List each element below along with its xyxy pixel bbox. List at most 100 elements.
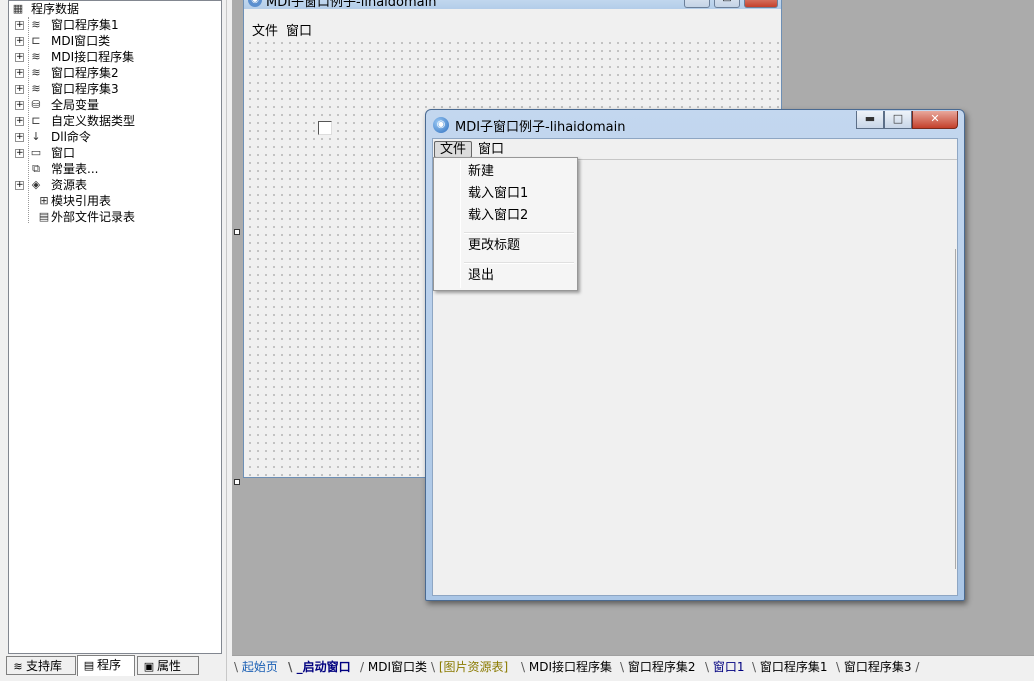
assembly-icon: ≋ — [31, 66, 41, 79]
tab-window1[interactable]: \ 窗口1 — [705, 657, 745, 677]
class-icon: ⊏ — [31, 114, 41, 127]
expand-icon[interactable]: + — [15, 85, 24, 94]
maximize-button[interactable]: □ — [714, 0, 740, 8]
program-tree[interactable]: ▦ 程序数据 + ≋ 窗口程序集1 + ⊏ MDI窗口类 + ≋ MDI接口程序… — [8, 0, 222, 654]
minimize-button[interactable]: ▬ — [684, 0, 710, 8]
mdi-titlebar[interactable]: ◉ MDI子窗口例子-lihaidomain ▬ □ ✕ — [426, 110, 964, 138]
menu-gutter — [460, 160, 461, 288]
menu-window[interactable]: 窗口 — [472, 141, 510, 158]
mdi-scroll-edge — [955, 249, 956, 569]
tab-label: 属性 — [157, 659, 182, 673]
resize-handle[interactable] — [234, 479, 240, 485]
tree-item-window[interactable]: + ▭ 窗口 — [9, 145, 221, 161]
expand-icon[interactable]: + — [15, 101, 24, 110]
tree-item-external-files[interactable]: ▤ 外部文件记录表 — [9, 209, 221, 225]
tab-label: MDI窗口类 — [367, 660, 427, 674]
tree-root-label: 程序数据 — [31, 2, 80, 16]
tab-properties[interactable]: ▣ 属性 — [137, 656, 199, 675]
close-button[interactable]: ✕ — [912, 111, 958, 129]
tree-item-label: 外部文件记录表 — [51, 210, 136, 224]
dll-icon: ↓ — [31, 130, 41, 143]
tab-image-resources[interactable]: \ [图片资源表] — [431, 657, 508, 677]
assembly-icon: ≋ — [31, 50, 41, 63]
tree-item-label: 窗口程序集2 — [51, 66, 119, 80]
tab-label: MDI接口程序集 — [528, 660, 612, 674]
expand-icon[interactable]: + — [15, 53, 24, 62]
tab-support-library[interactable]: ≋ 支持库 — [6, 656, 76, 675]
module-icon: ⊞ — [39, 194, 49, 207]
expand-icon[interactable]: + — [15, 69, 24, 78]
tree-item-constants[interactable]: ⧉ 常量表... — [9, 161, 221, 177]
maximize-button[interactable]: □ — [884, 111, 912, 129]
tree-root[interactable]: ▦ 程序数据 — [9, 1, 221, 17]
close-button[interactable]: ✕ — [744, 0, 778, 8]
tab-label: 支持库 — [26, 659, 63, 673]
tab-mdi-interface[interactable]: \ MDI接口程序集 — [521, 657, 612, 677]
tab-label: 窗口1 — [712, 660, 745, 674]
design-form-menubar: 文件 窗口 — [244, 18, 781, 39]
left-panel-tabs: ≋ 支持库 ▤ 程序 ▣ 属性 — [6, 655, 222, 677]
expand-icon[interactable]: + — [15, 21, 24, 30]
tab-label: _启动窗口 — [296, 660, 351, 674]
resize-handle[interactable] — [234, 229, 240, 235]
menu-separator — [464, 262, 574, 264]
tree-item-assembly1[interactable]: + ≋ 窗口程序集1 — [9, 17, 221, 33]
expand-icon[interactable]: + — [15, 133, 24, 142]
tree-item-mdi-class[interactable]: + ⊏ MDI窗口类 — [9, 33, 221, 49]
expand-icon[interactable]: + — [15, 149, 24, 158]
menu-item-new[interactable]: 新建 — [468, 163, 494, 181]
minimize-button[interactable]: ▬ — [856, 111, 884, 129]
program-data-icon: ▦ — [12, 2, 24, 15]
tree-item-label: 模块引用表 — [51, 194, 112, 208]
tree-item-modules[interactable]: ⊞ 模块引用表 — [9, 193, 221, 209]
design-form-titlebar[interactable]: ◉ MDI子窗口例子-lihaidomain ▬ □ ✕ — [244, 0, 781, 9]
tree-item-custom-types[interactable]: + ⊏ 自定义数据类型 — [9, 113, 221, 129]
tab-label: 窗口程序集2 — [627, 660, 696, 674]
menu-file[interactable]: 文件 — [434, 141, 473, 158]
menu-item-change-title[interactable]: 更改标题 — [468, 237, 520, 255]
property-icon: ▣ — [143, 660, 155, 673]
tab-assembly1[interactable]: \ 窗口程序集1 — [752, 657, 828, 677]
tab-assembly3[interactable]: \ 窗口程序集3 / — [836, 657, 919, 677]
tree-item-assembly3[interactable]: + ≋ 窗口程序集3 — [9, 81, 221, 97]
tree-item-dll[interactable]: + ↓ Dll命令 — [9, 129, 221, 145]
expand-icon[interactable]: + — [15, 181, 24, 190]
global-var-icon: ⛁ — [31, 98, 41, 111]
tree-item-resources[interactable]: + ◈ 资源表 — [9, 177, 221, 193]
tab-mdi-window-class[interactable]: / MDI窗口类 — [360, 657, 427, 677]
tree-item-label: 全局变量 — [51, 98, 100, 112]
tree-item-label: 窗口程序集3 — [51, 82, 119, 96]
menu-item-load-window1[interactable]: 载入窗口1 — [468, 185, 528, 203]
tab-label: [图片资源表] — [438, 660, 509, 674]
tree-item-label: Dll命令 — [51, 130, 91, 144]
tree-item-global-vars[interactable]: + ⛁ 全局变量 — [9, 97, 221, 113]
design-checkbox-control[interactable] — [318, 121, 332, 135]
constant-icon: ⧉ — [32, 162, 40, 175]
tree-item-label: MDI接口程序集 — [51, 50, 135, 64]
design-form-title: MDI子窗口例子-lihaidomain — [266, 0, 437, 9]
tree-item-mdi-interface[interactable]: + ≋ MDI接口程序集 — [9, 49, 221, 65]
file-icon: ▤ — [38, 210, 50, 223]
tab-label: 程序 — [97, 658, 122, 672]
tab-label: 起始页 — [241, 660, 278, 674]
expand-icon[interactable]: + — [15, 117, 24, 126]
tree-item-assembly2[interactable]: + ≋ 窗口程序集2 — [9, 65, 221, 81]
document-tabs: \ 起始页 \ _启动窗口 / MDI窗口类 \ [图片资源表] \ MDI接口… — [232, 655, 1034, 681]
mdi-window-title: MDI子窗口例子-lihaidomain — [455, 120, 626, 135]
tab-program[interactable]: ▤ 程序 — [77, 655, 135, 676]
tree-item-label: 常量表... — [51, 162, 99, 176]
tab-start-page[interactable]: \ 起始页 — [234, 657, 278, 677]
menu-item-load-window2[interactable]: 载入窗口2 — [468, 207, 528, 225]
tree-item-label: 自定义数据类型 — [51, 114, 136, 128]
program-icon: ▤ — [83, 659, 95, 672]
left-panel: ▦ 程序数据 + ≋ 窗口程序集1 + ⊏ MDI窗口类 + ≋ MDI接口程序… — [0, 0, 226, 681]
tab-startup-window[interactable]: \ _启动窗口 — [288, 657, 351, 677]
menu-item-exit[interactable]: 退出 — [468, 267, 494, 285]
window-icon: ▭ — [30, 146, 42, 159]
library-icon: ≋ — [13, 660, 23, 673]
expand-icon[interactable]: + — [15, 37, 24, 46]
ide-root: ▦ 程序数据 + ≋ 窗口程序集1 + ⊏ MDI窗口类 + ≋ MDI接口程序… — [0, 0, 1034, 681]
tab-label: 窗口程序集3 — [843, 660, 912, 674]
tab-assembly2[interactable]: \ 窗口程序集2 — [620, 657, 696, 677]
assembly-icon: ≋ — [31, 18, 41, 31]
